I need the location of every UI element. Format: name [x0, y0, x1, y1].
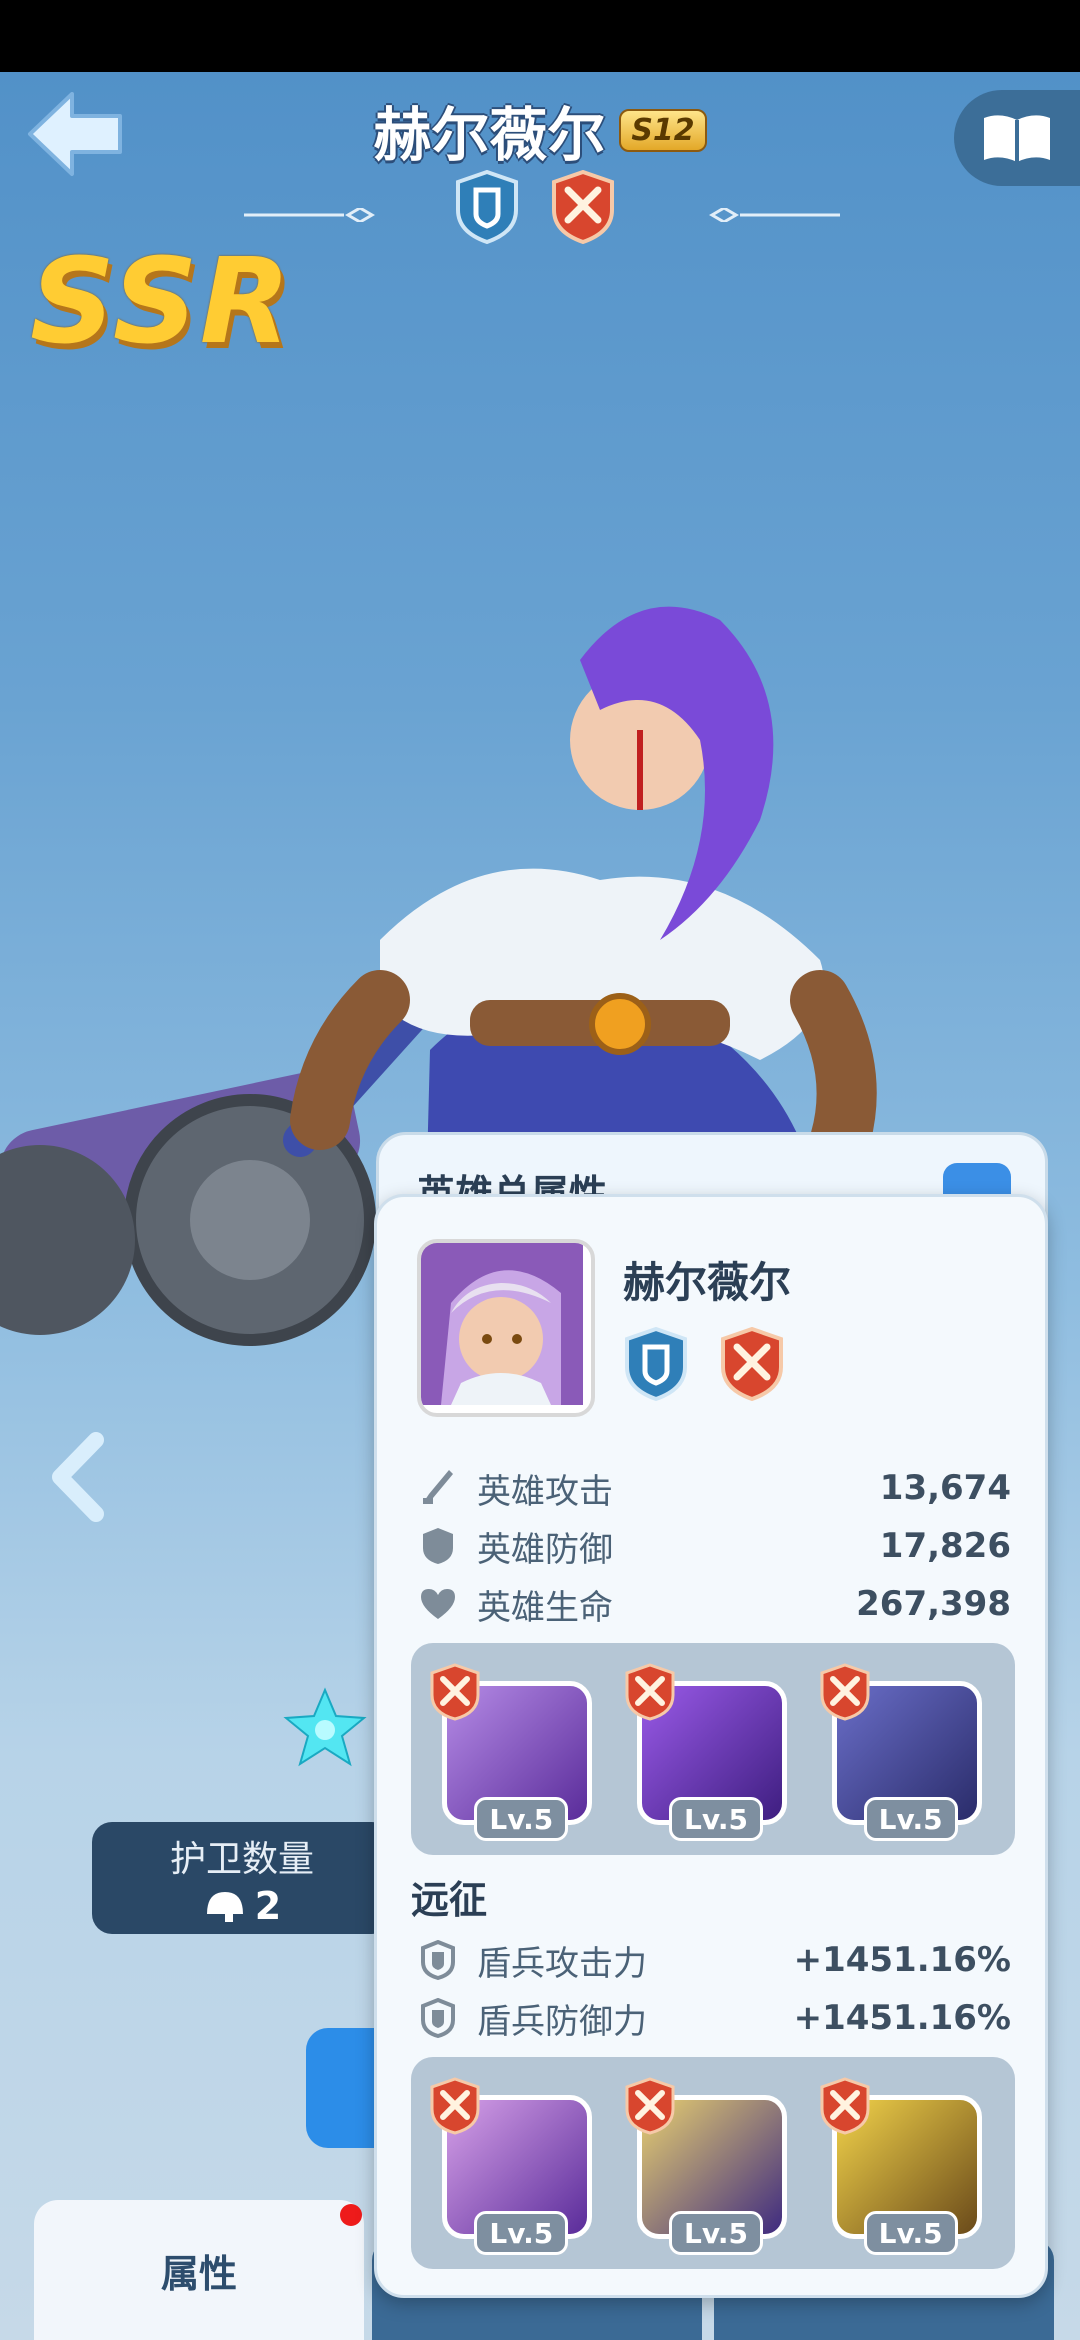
- encyclopedia-button[interactable]: [954, 90, 1080, 186]
- shield-badge-icon: [421, 1998, 455, 2038]
- stat-label: 盾兵攻击力: [477, 1943, 647, 1984]
- shield-class-icon: [625, 1327, 687, 1401]
- guard-count-value: 2: [254, 1884, 282, 1928]
- shield-badge-icon: [421, 1940, 455, 1980]
- status-bar: [0, 0, 1080, 72]
- hero-name: 赫尔薇尔: [623, 1258, 792, 1307]
- stat-value: 267,398: [856, 1584, 1011, 1624]
- skill-slot[interactable]: Lv.5: [625, 1663, 789, 1841]
- expedition-stat-row: 盾兵防御力 +1451.16%: [417, 1989, 1011, 2047]
- crossed-swords-icon: [625, 2077, 675, 2135]
- sword-icon: [423, 1470, 453, 1504]
- crossed-swords-icon: [552, 170, 614, 244]
- shield-icon: [423, 1528, 453, 1564]
- tab-attributes-label: 属性: [160, 2251, 237, 2296]
- star-level-badge: S12: [619, 108, 707, 152]
- hero-title: 赫尔薇尔 S12: [0, 88, 1080, 172]
- skill-level: Lv.5: [668, 2211, 763, 2255]
- guard-count-box: 护卫数量 2: [92, 1822, 392, 1934]
- expedition-skills: Lv.5 Lv.5 Lv.5: [411, 2057, 1015, 2269]
- crossed-swords-icon: [820, 1663, 870, 1721]
- hero-title-text: 赫尔薇尔: [373, 101, 606, 169]
- skill-slot[interactable]: Lv.5: [820, 2077, 984, 2255]
- expedition-stats: 盾兵攻击力 +1451.16% 盾兵防御力 +1451.16%: [417, 1931, 1011, 2047]
- hero-skills: Lv.5 Lv.5 Lv.5: [411, 1643, 1015, 1855]
- skill-level: Lv.5: [863, 2211, 958, 2255]
- stat-label: 盾兵防御力: [477, 2001, 647, 2042]
- skill-slot[interactable]: Lv.5: [430, 1663, 594, 1841]
- crossed-swords-icon: [625, 1663, 675, 1721]
- stat-defense-row: 英雄防御 17,826: [417, 1517, 1011, 1575]
- hero-portrait: [417, 1239, 595, 1417]
- hero-portrait-image: [421, 1243, 583, 1405]
- book-icon: [984, 115, 1050, 162]
- skill-slot[interactable]: Lv.5: [430, 2077, 594, 2255]
- skill-slot[interactable]: Lv.5: [820, 1663, 984, 1841]
- guard-count-value-row: 2: [92, 1884, 392, 1928]
- stat-label: 英雄攻击: [477, 1471, 613, 1512]
- guard-count-label: 护卫数量: [169, 1839, 314, 1880]
- skill-slot[interactable]: Lv.5: [625, 2077, 789, 2255]
- helmet-icon: [206, 1892, 243, 1922]
- skill-level: Lv.5: [474, 2211, 569, 2255]
- tab-attributes[interactable]: 属性: [34, 2200, 364, 2340]
- stat-attack-row: 英雄攻击 13,674: [417, 1459, 1011, 1517]
- stat-value: 13,674: [879, 1468, 1011, 1508]
- hero-class-icons-small: [623, 1327, 785, 1401]
- shield-class-icon: [456, 170, 518, 244]
- previous-hero-arrow[interactable]: [48, 1432, 108, 1522]
- crossed-swords-icon: [430, 1663, 480, 1721]
- stat-value: 17,826: [879, 1526, 1011, 1566]
- crossed-swords-icon: [430, 2077, 480, 2135]
- crossed-swords-icon: [820, 2077, 870, 2135]
- skill-level: Lv.5: [668, 1797, 763, 1841]
- stat-label: 英雄生命: [477, 1587, 613, 1628]
- snowflake-icon: [283, 1687, 367, 1767]
- expedition-stat-row: 盾兵攻击力 +1451.16%: [417, 1931, 1011, 1989]
- hero-attribute-popup: 赫尔薇尔 英雄攻击 13,674 英雄防御 17,826 英雄生命 267,39…: [374, 1194, 1048, 2298]
- hero-class-icons: [454, 170, 616, 244]
- stat-label: 英雄防御: [477, 1529, 613, 1570]
- stat-health-row: 英雄生命 267,398: [417, 1575, 1011, 1633]
- skill-level: Lv.5: [474, 1797, 569, 1841]
- crossed-swords-icon: [721, 1327, 783, 1401]
- skill-level: Lv.5: [863, 1797, 958, 1841]
- rarity-label: SSR: [30, 232, 293, 370]
- title-ornament-left: [244, 208, 375, 222]
- notification-dot: [340, 2204, 362, 2226]
- title-ornament-right: [709, 208, 840, 222]
- stat-value: +1451.16%: [793, 1998, 1011, 2038]
- hero-stats: 英雄攻击 13,674 英雄防御 17,826 英雄生命 267,398: [417, 1459, 1011, 1633]
- stat-value: +1451.16%: [793, 1940, 1011, 1980]
- heart-icon: [421, 1589, 455, 1619]
- expedition-title: 远征: [411, 1878, 488, 1922]
